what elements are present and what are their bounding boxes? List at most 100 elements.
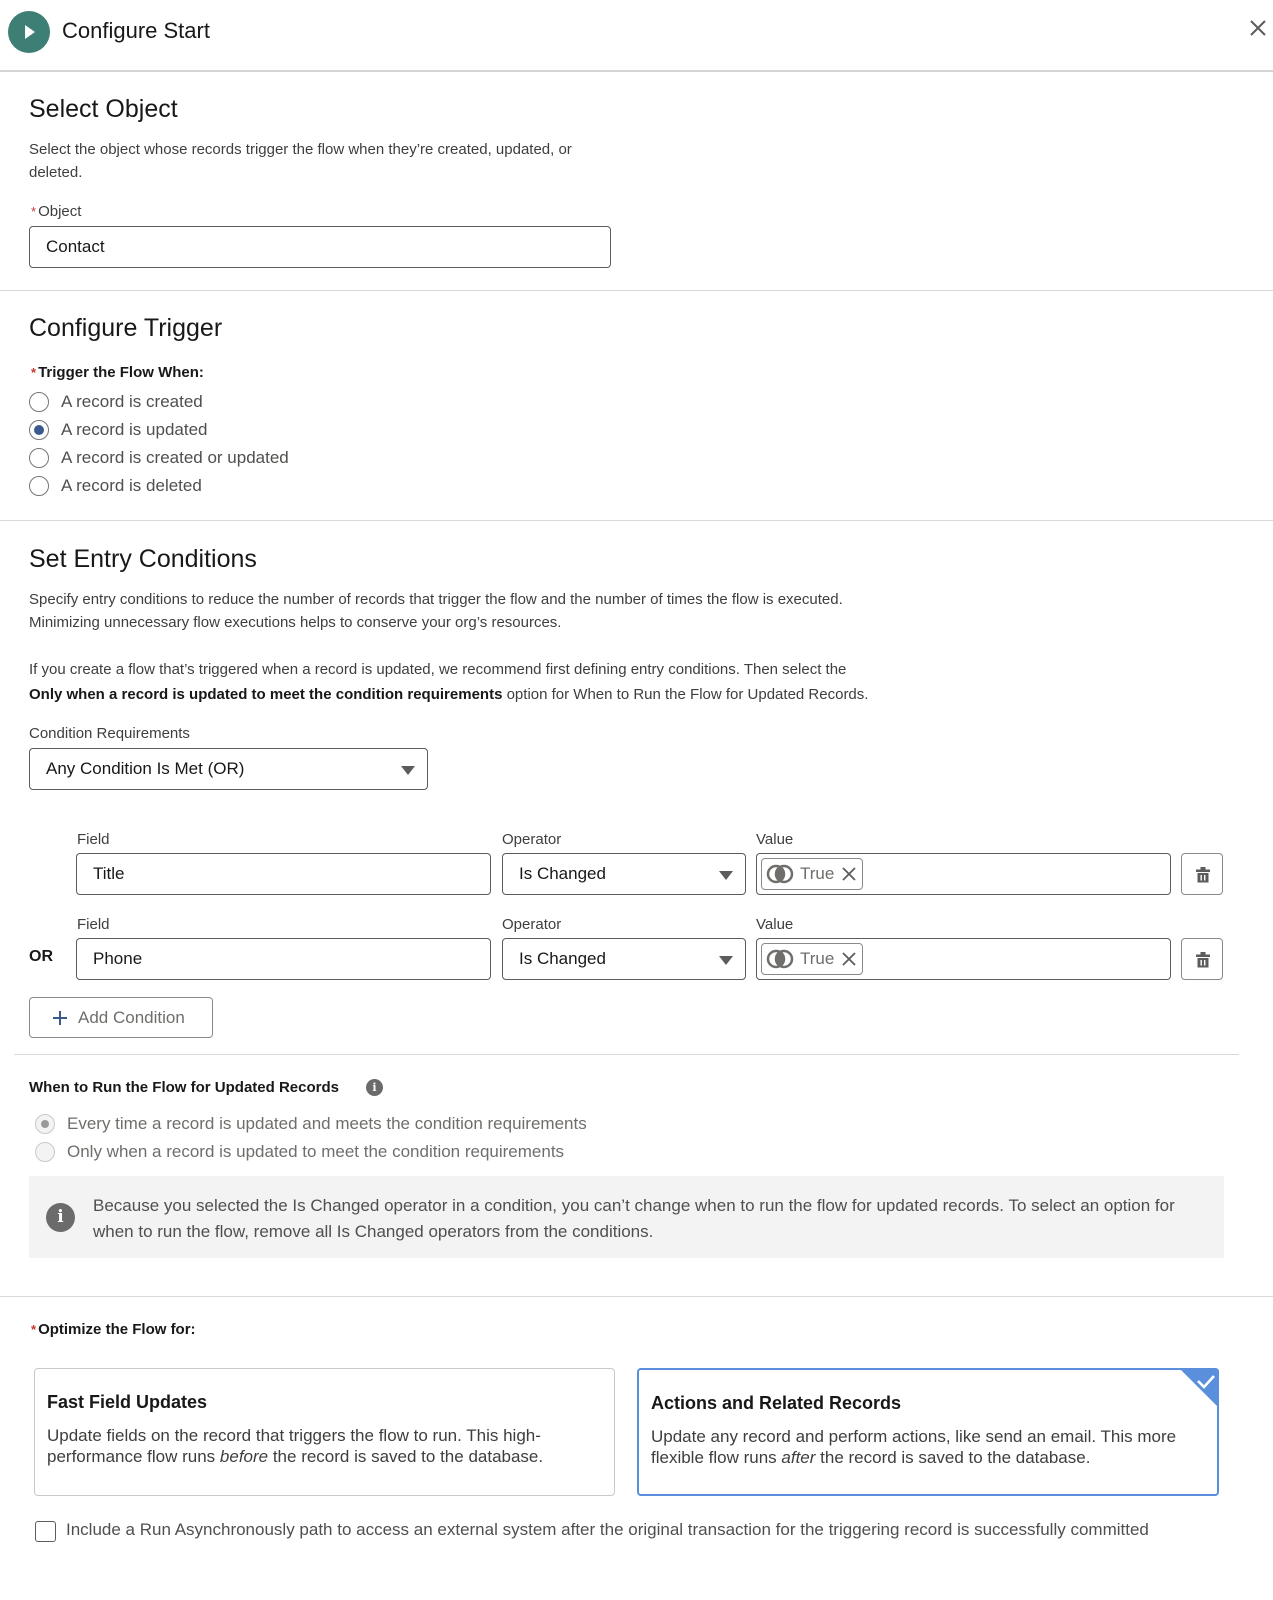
radio-button[interactable] bbox=[29, 476, 49, 496]
run-async-label: Include a Run Asynchronously path to acc… bbox=[66, 1520, 1149, 1539]
info-notice: i Because you selected the Is Changed op… bbox=[29, 1176, 1224, 1258]
card-desc-em: before bbox=[219, 1447, 269, 1466]
remove-icon[interactable] bbox=[842, 867, 856, 881]
optimize-label: * Optimize the Flow for: bbox=[31, 1321, 196, 1338]
operator-label: Operator bbox=[502, 831, 562, 848]
value-pill-text: True bbox=[800, 949, 835, 968]
radio-button[interactable] bbox=[35, 1142, 55, 1162]
recommendation-bold: Only when a record is updated to meet th… bbox=[29, 686, 503, 703]
trash-icon bbox=[1196, 867, 1210, 883]
condition-2-value-input[interactable]: True bbox=[756, 938, 1171, 980]
modal-title: Configure Start bbox=[62, 18, 210, 43]
select-object-description-2: deleted. bbox=[29, 164, 83, 181]
condition-requirements-select[interactable]: Any Condition Is Met (OR) bbox=[29, 748, 428, 790]
optimize-label-text: Optimize the Flow for: bbox=[38, 1321, 196, 1338]
entry-conditions-description-1: Specify entry conditions to reduce the n… bbox=[29, 591, 843, 608]
chevron-down-icon bbox=[719, 871, 733, 880]
radio-button[interactable] bbox=[35, 1114, 55, 1134]
close-icon[interactable] bbox=[1248, 18, 1268, 38]
recommendation-rest: option for When to Run the Flow for Upda… bbox=[502, 686, 869, 703]
operator-value: Is Changed bbox=[519, 949, 606, 968]
trigger-option-created-or-updated[interactable]: A record is created or updated bbox=[29, 448, 289, 468]
chevron-down-icon bbox=[401, 766, 415, 775]
info-icon[interactable]: i bbox=[366, 1079, 383, 1096]
required-marker: * bbox=[31, 365, 37, 380]
trigger-option-created[interactable]: A record is created bbox=[29, 392, 203, 412]
value-pill-text: True bbox=[800, 864, 835, 883]
section-divider bbox=[0, 290, 1273, 291]
condition-2-field-input[interactable]: Phone bbox=[76, 938, 491, 980]
recommendation-line-2: Only when a record is updated to meet th… bbox=[29, 683, 868, 706]
radio-label: Every time a record is updated and meets… bbox=[67, 1114, 587, 1133]
condition-requirements-value: Any Condition Is Met (OR) bbox=[46, 759, 245, 778]
condition-requirements-label: Condition Requirements bbox=[29, 725, 190, 742]
add-condition-button[interactable]: Add Condition bbox=[29, 997, 213, 1038]
required-marker: * bbox=[31, 1322, 37, 1337]
radio-button[interactable] bbox=[29, 420, 49, 440]
select-object-description-1: Select the object whose records trigger … bbox=[29, 141, 572, 158]
card-actions-and-related-records[interactable]: Actions and Related Records Update any r… bbox=[637, 1368, 1219, 1496]
field-label: Field bbox=[77, 831, 110, 848]
delete-condition-1-button[interactable] bbox=[1181, 853, 1223, 895]
radio-label: A record is created bbox=[61, 392, 203, 411]
trigger-option-updated[interactable]: A record is updated bbox=[29, 420, 207, 440]
info-icon: i bbox=[46, 1203, 75, 1232]
modal-header: Configure Start bbox=[0, 0, 1273, 72]
chevron-down-icon bbox=[719, 956, 733, 965]
condition-2-operator-select[interactable]: Is Changed bbox=[502, 938, 746, 980]
radio-button[interactable] bbox=[29, 448, 49, 468]
when-to-run-option-every-time[interactable]: Every time a record is updated and meets… bbox=[35, 1114, 587, 1134]
entry-conditions-description-2: Minimizing unnecessary flow executions h… bbox=[29, 614, 562, 631]
section-divider bbox=[0, 520, 1273, 521]
card-title: Fast Field Updates bbox=[47, 1392, 208, 1412]
boolean-icon bbox=[766, 949, 794, 969]
value-label: Value bbox=[756, 831, 794, 848]
card-desc-em: after bbox=[781, 1448, 816, 1467]
plus-icon bbox=[53, 1010, 67, 1025]
section-divider bbox=[14, 1054, 1239, 1055]
radio-label: A record is updated bbox=[61, 420, 208, 439]
value-pill: True bbox=[761, 858, 864, 890]
object-input[interactable]: Contact bbox=[29, 226, 611, 268]
object-label-text: Object bbox=[38, 203, 82, 220]
trigger-option-deleted[interactable]: A record is deleted bbox=[29, 476, 202, 496]
condition-1-value-input[interactable]: True bbox=[756, 853, 1171, 895]
radio-label: Only when a record is updated to meet th… bbox=[67, 1142, 565, 1161]
when-to-run-heading: When to Run the Flow for Updated Records bbox=[29, 1079, 339, 1096]
operator-value: Is Changed bbox=[519, 864, 606, 883]
card-desc-post: the record is saved to the database. bbox=[268, 1447, 544, 1466]
radio-label: A record is deleted bbox=[61, 476, 202, 495]
object-label: * Object bbox=[31, 203, 81, 220]
trash-icon bbox=[1196, 952, 1210, 968]
configure-trigger-heading: Configure Trigger bbox=[29, 314, 223, 342]
value-pill: True bbox=[761, 943, 864, 975]
notice-text: Because you selected the Is Changed oper… bbox=[93, 1196, 1175, 1241]
remove-icon[interactable] bbox=[842, 952, 856, 966]
section-divider bbox=[0, 1296, 1273, 1297]
boolean-icon bbox=[766, 864, 794, 884]
condition-1-operator-select[interactable]: Is Changed bbox=[502, 853, 746, 895]
checkmark-icon bbox=[1179, 1368, 1219, 1408]
card-fast-field-updates[interactable]: Fast Field Updates Update fields on the … bbox=[34, 1368, 615, 1496]
or-connector-label: OR bbox=[29, 948, 53, 965]
value-label: Value bbox=[756, 916, 794, 933]
card-desc-post: the record is saved to the database. bbox=[815, 1448, 1091, 1467]
radio-button[interactable] bbox=[29, 392, 49, 412]
radio-label: A record is created or updated bbox=[61, 448, 289, 467]
field-label: Field bbox=[77, 916, 110, 933]
when-to-run-option-only-when[interactable]: Only when a record is updated to meet th… bbox=[35, 1142, 564, 1162]
trigger-label: * Trigger the Flow When: bbox=[31, 364, 204, 381]
run-async-checkbox[interactable] bbox=[35, 1521, 56, 1542]
trigger-label-text: Trigger the Flow When: bbox=[38, 364, 204, 381]
card-title: Actions and Related Records bbox=[651, 1393, 902, 1413]
operator-label: Operator bbox=[502, 916, 562, 933]
select-object-heading: Select Object bbox=[29, 95, 178, 123]
recommendation-line-1: If you create a flow that’s triggered wh… bbox=[29, 661, 847, 678]
entry-conditions-heading: Set Entry Conditions bbox=[29, 545, 257, 573]
add-condition-label: Add Condition bbox=[78, 1007, 185, 1027]
play-icon bbox=[8, 11, 50, 53]
required-marker: * bbox=[31, 204, 37, 219]
condition-1-field-input[interactable]: Title bbox=[76, 853, 491, 895]
card-description: Update any record and perform actions, l… bbox=[651, 1426, 1191, 1468]
delete-condition-2-button[interactable] bbox=[1181, 938, 1223, 980]
